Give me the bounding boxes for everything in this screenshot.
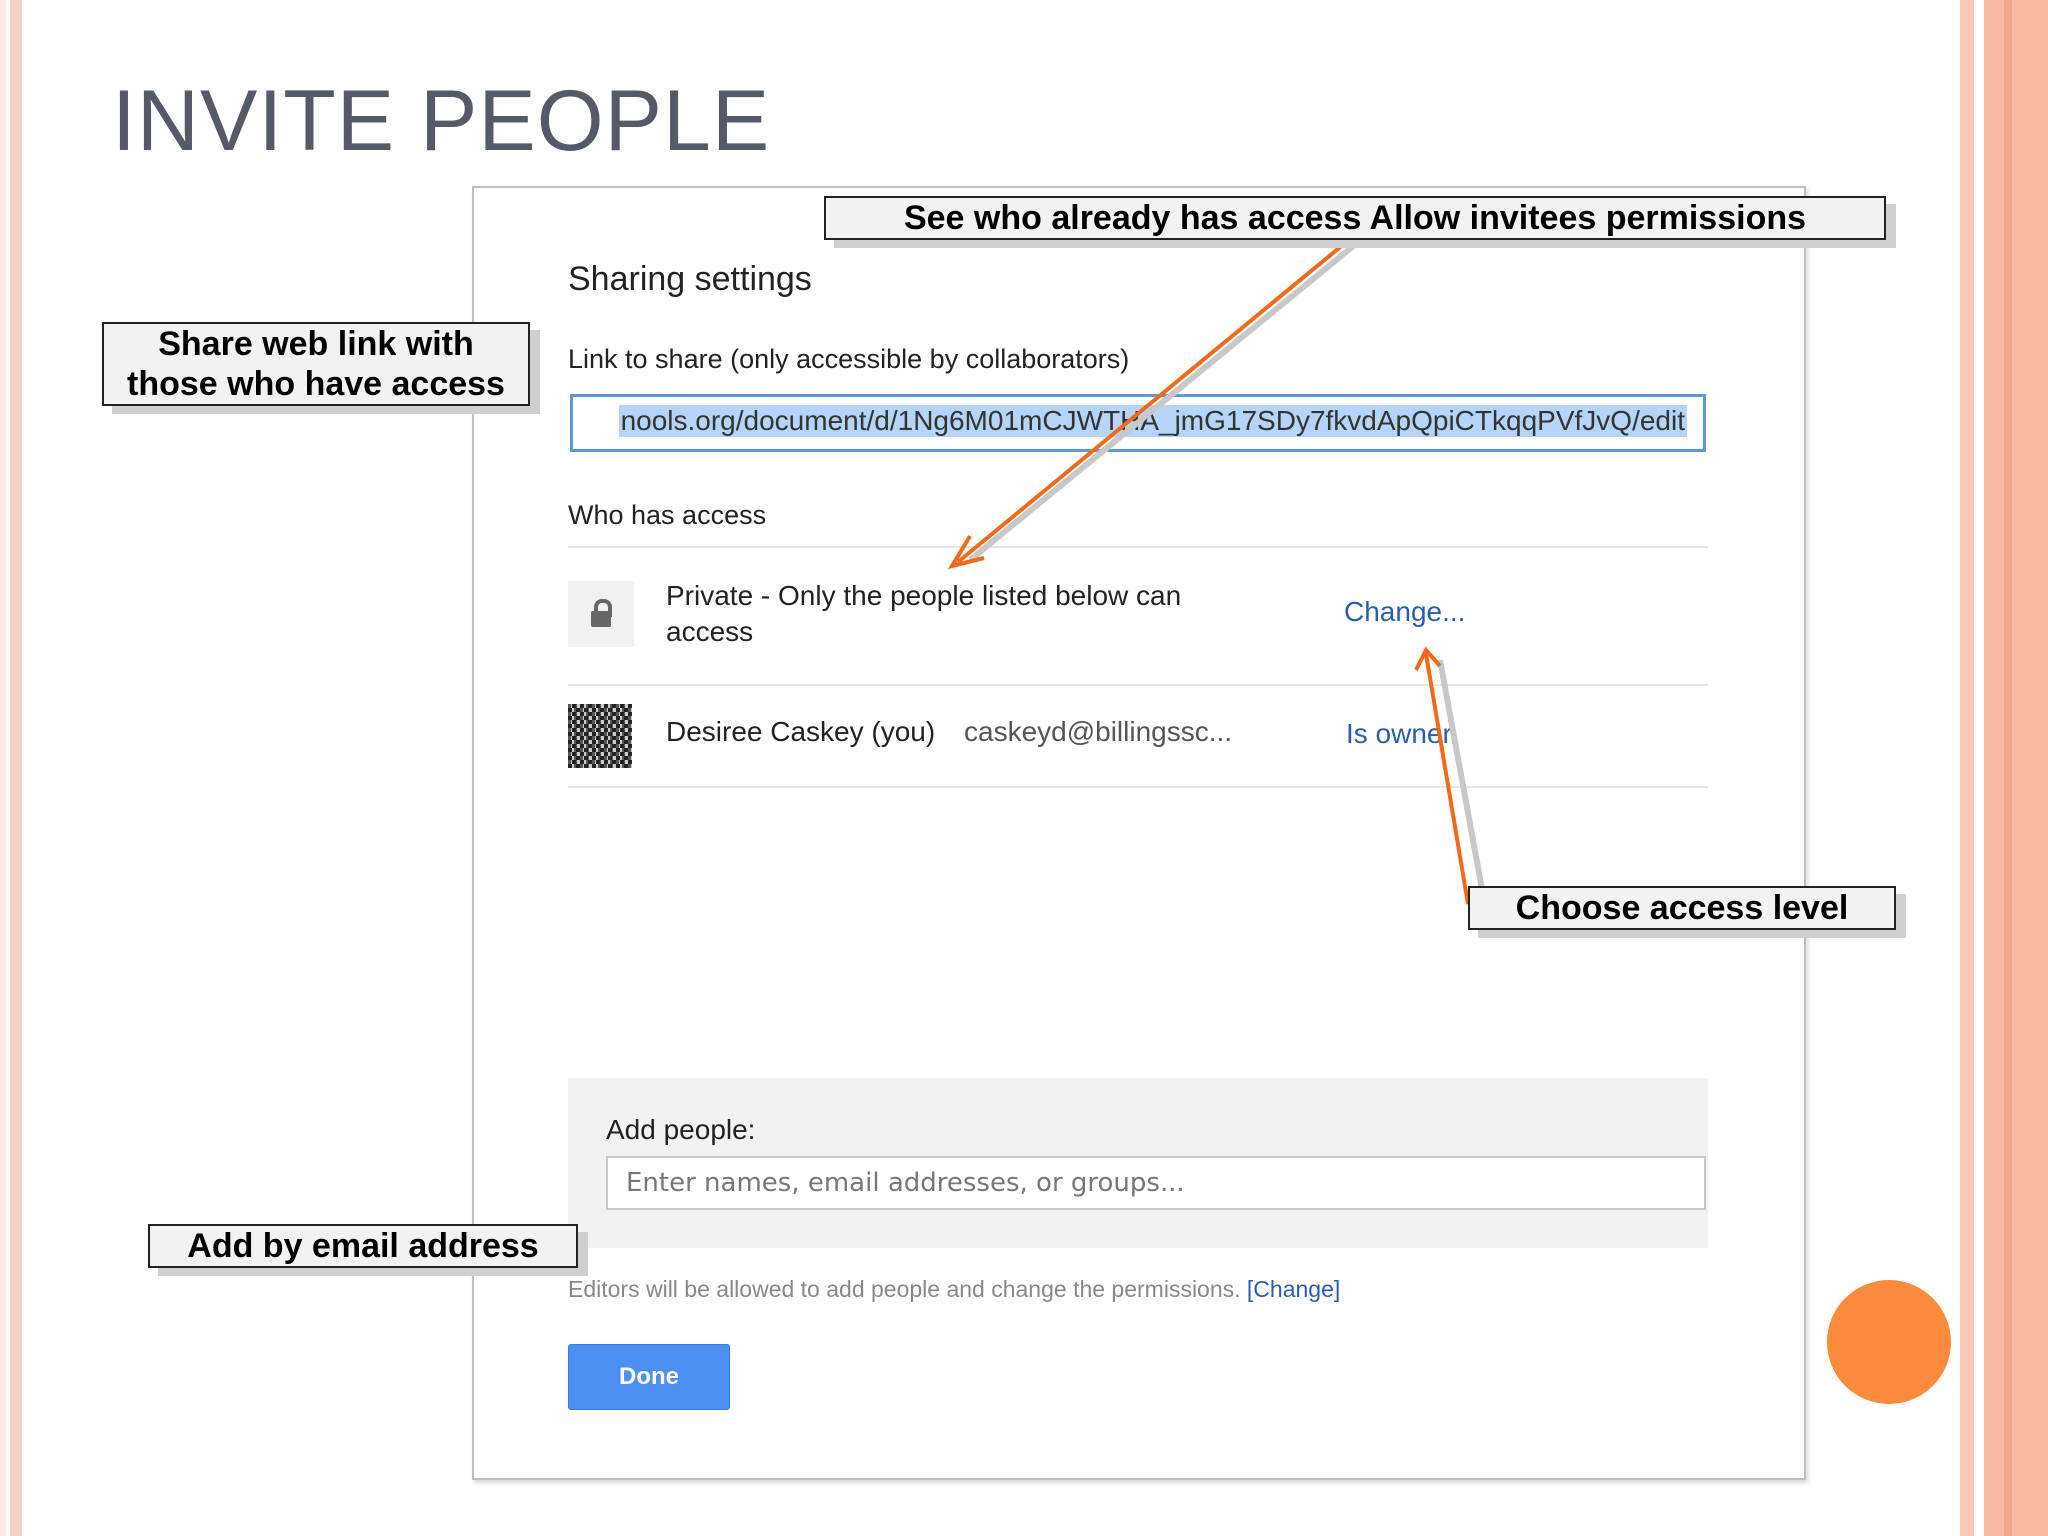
slide-border-left bbox=[10, 0, 22, 1536]
share-link-value: nools.org/document/d/1Ng6M01mCJWTHA_jmG1… bbox=[618, 405, 1687, 437]
orange-circle-decoration bbox=[1827, 1280, 1951, 1404]
share-link-field[interactable]: nools.org/document/d/1Ng6M01mCJWTHA_jmG1… bbox=[570, 394, 1706, 452]
slide-border-right bbox=[1984, 0, 2048, 1536]
editors-note: Editors will be allowed to add people an… bbox=[568, 1276, 1340, 1303]
callout-share-web-link-line1: Share web link with bbox=[158, 325, 474, 363]
access-description: Private - Only the people listed below c… bbox=[666, 580, 1182, 647]
callout-share-web-link: Share web link with those who have acces… bbox=[102, 322, 530, 406]
dialog-heading: Sharing settings bbox=[568, 260, 812, 298]
slide-title: INVITE PEOPLE bbox=[112, 73, 771, 169]
lock-icon bbox=[568, 581, 634, 647]
sharing-settings-dialog: Sharing settings Link to share (only acc… bbox=[472, 186, 1806, 1480]
divider bbox=[568, 546, 1708, 548]
slide-border-left-outer bbox=[0, 0, 6, 1536]
callout-add-by-email: Add by email address bbox=[148, 1224, 578, 1268]
callout-see-who-has-access: See who already has access Allow invitee… bbox=[824, 196, 1886, 240]
editors-note-text: Editors will be allowed to add people an… bbox=[568, 1276, 1241, 1302]
owner-name: Desiree Caskey (you) bbox=[666, 716, 936, 747]
divider bbox=[568, 786, 1708, 788]
slide-border-right-inner bbox=[1960, 0, 1974, 1536]
add-people-label: Add people: bbox=[606, 1114, 756, 1145]
callout-choose-access-level: Choose access level bbox=[1468, 886, 1896, 930]
editors-change-link[interactable]: [Change] bbox=[1247, 1276, 1340, 1302]
link-to-share-label: Link to share (only accessible by collab… bbox=[568, 344, 1130, 374]
add-people-panel: Add people: bbox=[568, 1078, 1708, 1248]
divider bbox=[568, 684, 1708, 686]
add-people-input[interactable] bbox=[606, 1156, 1706, 1210]
avatar bbox=[568, 704, 632, 768]
owner-role: Is owner bbox=[1346, 718, 1452, 749]
slide-border-right-stripe bbox=[2004, 0, 2012, 1536]
who-has-access-label: Who has access bbox=[568, 500, 767, 530]
done-button[interactable]: Done bbox=[568, 1344, 730, 1410]
owner-email: caskeyd@billingssc... bbox=[964, 716, 1233, 747]
change-access-link[interactable]: Change... bbox=[1344, 596, 1465, 628]
callout-share-web-link-line2: those who have access bbox=[127, 365, 505, 403]
